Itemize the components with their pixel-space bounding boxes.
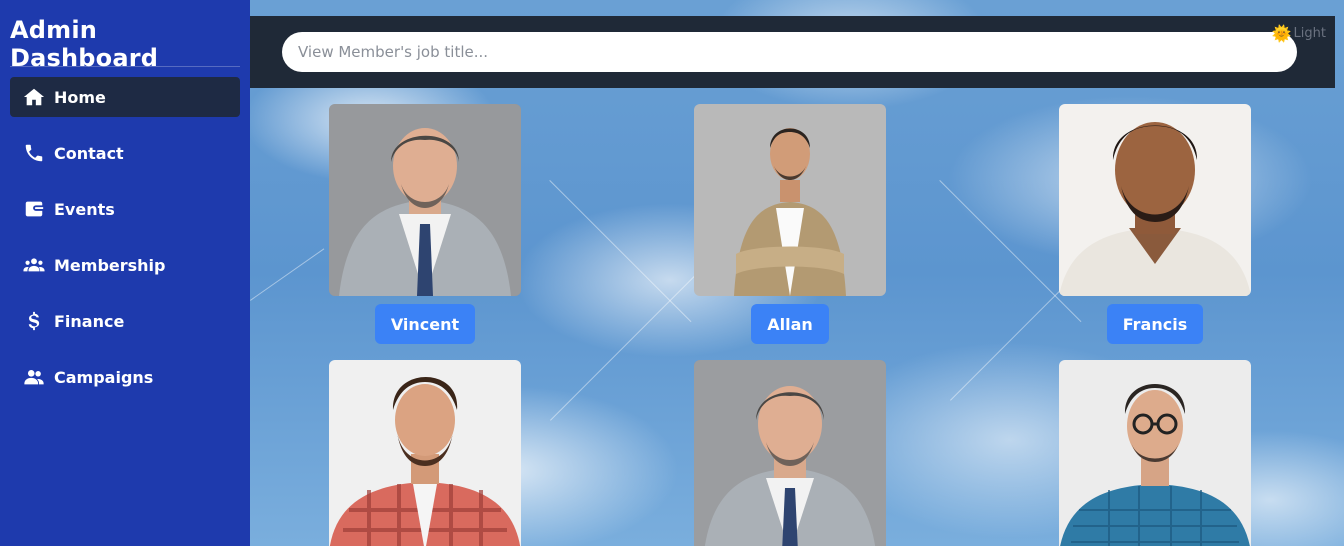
sun-icon: 🌞 — [1271, 24, 1292, 43]
user-group-icon — [22, 365, 46, 389]
member-card — [694, 360, 886, 546]
member-card: Francis — [1059, 104, 1251, 344]
member-card: Allan — [694, 104, 886, 344]
theme-toggle[interactable]: 🌞 Light — [1272, 24, 1326, 43]
sidebar-title: Admin Dashboard — [10, 16, 159, 72]
member-card — [329, 360, 521, 546]
dollar-icon — [22, 309, 46, 333]
home-icon — [22, 85, 46, 109]
sidebar: Admin Dashboard Home Contact Events Memb… — [0, 0, 250, 546]
sidebar-item-label: Contact — [54, 143, 124, 163]
member-photo — [329, 104, 521, 296]
member-photo — [1059, 104, 1251, 296]
theme-label: Light — [1293, 26, 1326, 41]
topbar — [250, 16, 1335, 88]
main-content: 🌞 Light Vincent — [250, 0, 1344, 546]
member-photo — [694, 104, 886, 296]
member-name-button[interactable]: Vincent — [374, 304, 476, 344]
member-name-button[interactable]: Francis — [1106, 304, 1204, 344]
users-icon — [22, 253, 46, 277]
member-photo — [694, 360, 886, 546]
sidebar-item-label: Home — [54, 87, 106, 107]
member-photo — [329, 360, 521, 546]
sidebar-item-label: Membership — [54, 255, 166, 275]
sidebar-item-contact[interactable]: Contact — [10, 133, 240, 173]
member-card — [1059, 360, 1251, 546]
sidebar-item-events[interactable]: Events — [10, 189, 240, 229]
sidebar-item-label: Events — [54, 199, 115, 219]
sidebar-item-campaigns[interactable]: Campaigns — [10, 357, 240, 397]
watermark-line — [250, 248, 325, 301]
sidebar-item-label: Finance — [54, 311, 125, 331]
member-card: Vincent — [329, 104, 521, 344]
watermark-line — [550, 264, 707, 421]
search-input[interactable] — [282, 32, 1297, 72]
sidebar-item-home[interactable]: Home — [10, 77, 240, 117]
phone-icon — [22, 141, 46, 165]
sidebar-item-finance[interactable]: Finance — [10, 301, 240, 341]
sidebar-item-membership[interactable]: Membership — [10, 245, 240, 285]
member-photo — [1059, 360, 1251, 546]
sidebar-item-label: Campaigns — [54, 367, 154, 387]
wallet-icon — [22, 197, 46, 221]
member-name-button[interactable]: Allan — [751, 304, 829, 344]
sidebar-nav: Home Contact Events Membership Finance C… — [10, 77, 240, 397]
